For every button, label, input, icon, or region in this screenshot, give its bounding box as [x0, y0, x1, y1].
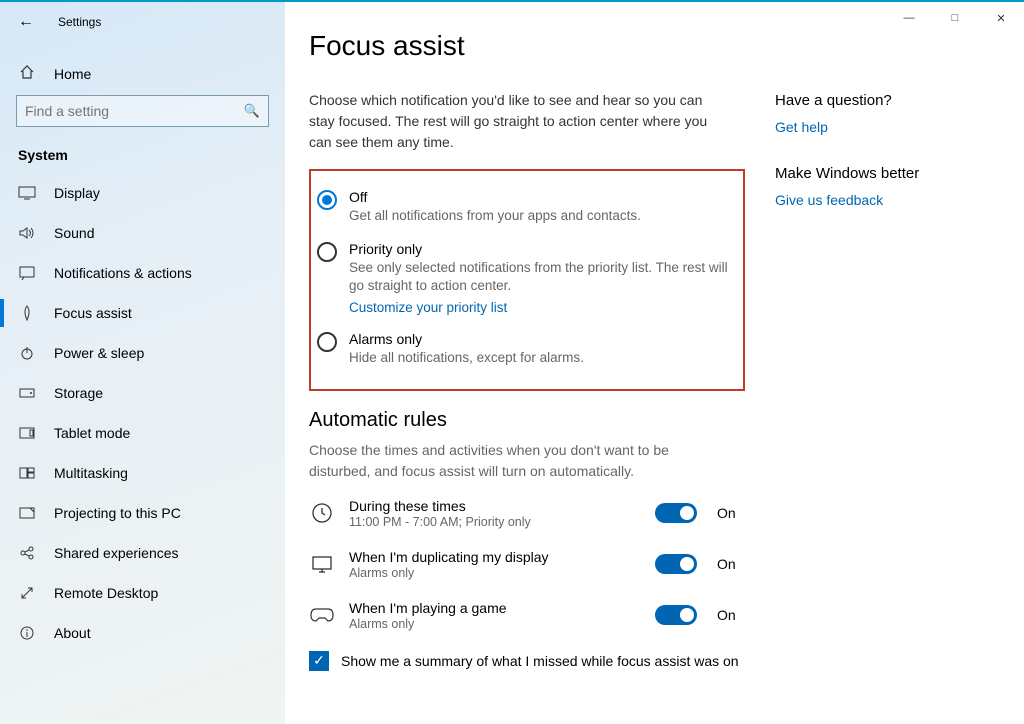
sidebar-item-label: Multitasking: [54, 465, 128, 481]
summary-checkbox-row[interactable]: ✓ Show me a summary of what I missed whi…: [309, 651, 745, 671]
summary-checkbox-label: Show me a summary of what I missed while…: [341, 653, 739, 669]
radio-group-highlight: Off Get all notifications from your apps…: [309, 169, 745, 391]
search-input[interactable]: [25, 103, 244, 119]
radio-alarms-sub: Hide all notifications, except for alarm…: [349, 349, 584, 367]
window-controls: ― □ ✕: [886, 2, 1024, 34]
sidebar-item-label: Power & sleep: [54, 345, 144, 361]
main: ― □ ✕ Focus assist Choose which notifica…: [285, 2, 1024, 724]
sidebar-item-label: About: [54, 625, 91, 641]
rule-duplicating-state: On: [717, 556, 745, 572]
radio-off-title: Off: [349, 189, 641, 205]
checkbox-icon: ✓: [309, 651, 329, 671]
sound-icon: [18, 225, 36, 241]
home-icon: [18, 64, 36, 83]
sidebar-item-remote-desktop[interactable]: Remote Desktop: [0, 573, 285, 613]
nav-list: Display Sound Notifications & actions Fo…: [0, 173, 285, 653]
rule-times-toggle[interactable]: [655, 503, 697, 523]
shared-icon: [18, 545, 36, 561]
content: Focus assist Choose which notification y…: [285, 2, 765, 724]
power-icon: [18, 345, 36, 361]
feedback-link[interactable]: Give us feedback: [775, 192, 965, 208]
notifications-icon: [18, 265, 36, 281]
sidebar-item-about[interactable]: About: [0, 613, 285, 653]
sidebar-item-power-sleep[interactable]: Power & sleep: [0, 333, 285, 373]
search-box[interactable]: 🔍: [16, 95, 269, 127]
sidebar-home[interactable]: Home: [0, 52, 285, 95]
sidebar-item-projecting[interactable]: Projecting to this PC: [0, 493, 285, 533]
projecting-icon: [18, 505, 36, 521]
sidebar-item-label: Shared experiences: [54, 545, 179, 561]
question-header: Have a question?: [775, 92, 965, 109]
close-button[interactable]: ✕: [978, 3, 1024, 33]
sidebar-item-label: Storage: [54, 385, 103, 401]
radio-button-icon: [317, 332, 337, 352]
radio-alarms[interactable]: Alarms only Hide all notifications, exce…: [317, 325, 731, 377]
monitor-icon: [309, 551, 335, 577]
sidebar-item-label: Sound: [54, 225, 94, 241]
get-help-link[interactable]: Get help: [775, 119, 965, 135]
rule-game[interactable]: When I'm playing a game Alarms only On: [309, 590, 745, 641]
radio-off-sub: Get all notifications from your apps and…: [349, 207, 641, 225]
focus-assist-icon: [18, 305, 36, 321]
multitasking-icon: [18, 465, 36, 481]
sidebar-item-storage[interactable]: Storage: [0, 373, 285, 413]
search-icon: 🔍: [244, 103, 260, 119]
titlebar-left: ← Settings: [0, 2, 285, 42]
about-icon: [18, 625, 36, 641]
rule-title: During these times: [349, 498, 641, 514]
radio-alarms-title: Alarms only: [349, 331, 584, 347]
sidebar-item-shared-experiences[interactable]: Shared experiences: [0, 533, 285, 573]
sidebar-item-sound[interactable]: Sound: [0, 213, 285, 253]
customize-priority-link[interactable]: Customize your priority list: [349, 300, 507, 315]
rule-duplicating-toggle[interactable]: [655, 554, 697, 574]
rule-game-state: On: [717, 607, 745, 623]
category-header: System: [0, 139, 285, 173]
maximize-button[interactable]: □: [932, 3, 978, 33]
aside: Have a question? Get help Make Windows b…: [765, 2, 985, 724]
minimize-button[interactable]: ―: [886, 3, 932, 33]
sidebar-item-display[interactable]: Display: [0, 173, 285, 213]
sidebar-item-label: Tablet mode: [54, 425, 130, 441]
sidebar-item-tablet-mode[interactable]: Tablet mode: [0, 413, 285, 453]
sidebar-item-label: Projecting to this PC: [54, 505, 181, 521]
radio-priority-sub: See only selected notifications from the…: [349, 259, 731, 295]
sidebar-item-label: Notifications & actions: [54, 265, 192, 281]
remote-desktop-icon: [18, 585, 36, 601]
sidebar: ← Settings Home 🔍 System Display Sound: [0, 2, 285, 724]
rule-times-state: On: [717, 505, 745, 521]
rules-header: Automatic rules: [309, 409, 745, 432]
sidebar-item-notifications[interactable]: Notifications & actions: [0, 253, 285, 293]
page-title: Focus assist: [309, 30, 745, 62]
back-button[interactable]: ←: [18, 13, 34, 31]
radio-priority[interactable]: Priority only See only selected notifica…: [317, 235, 731, 324]
rules-intro: Choose the times and activities when you…: [309, 440, 709, 482]
rule-sub: Alarms only: [349, 617, 641, 631]
home-label: Home: [54, 66, 91, 82]
radio-button-icon: [317, 190, 337, 210]
sidebar-item-focus-assist[interactable]: Focus assist: [0, 293, 285, 333]
sidebar-item-label: Display: [54, 185, 100, 201]
page-intro: Choose which notification you'd like to …: [309, 90, 709, 153]
feedback-header: Make Windows better: [775, 165, 965, 182]
display-icon: [18, 185, 36, 201]
rule-times[interactable]: During these times 11:00 PM - 7:00 AM; P…: [309, 488, 745, 539]
sidebar-item-label: Remote Desktop: [54, 585, 158, 601]
rule-sub: 11:00 PM - 7:00 AM; Priority only: [349, 515, 641, 529]
radio-button-icon: [317, 242, 337, 262]
radio-priority-title: Priority only: [349, 241, 731, 257]
sidebar-item-label: Focus assist: [54, 305, 132, 321]
rule-title: When I'm playing a game: [349, 600, 641, 616]
storage-icon: [18, 385, 36, 401]
clock-icon: [309, 500, 335, 526]
app-title: Settings: [58, 15, 101, 29]
rule-title: When I'm duplicating my display: [349, 549, 641, 565]
rule-duplicating[interactable]: When I'm duplicating my display Alarms o…: [309, 539, 745, 590]
sidebar-item-multitasking[interactable]: Multitasking: [0, 453, 285, 493]
rule-sub: Alarms only: [349, 566, 641, 580]
radio-off[interactable]: Off Get all notifications from your apps…: [317, 183, 731, 235]
game-icon: [309, 602, 335, 628]
tablet-icon: [18, 425, 36, 441]
rule-game-toggle[interactable]: [655, 605, 697, 625]
